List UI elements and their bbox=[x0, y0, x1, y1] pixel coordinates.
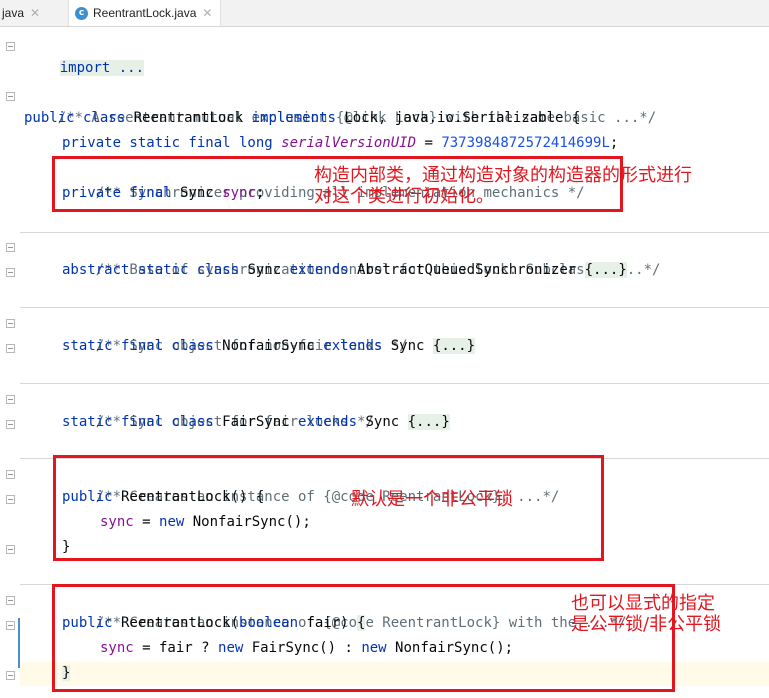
fold-icon[interactable] bbox=[6, 420, 15, 429]
fold-icon[interactable] bbox=[6, 596, 15, 605]
class-icon: c bbox=[75, 6, 88, 20]
annotation-box-default-ctor bbox=[53, 455, 604, 561]
class-name: Sync bbox=[239, 262, 290, 278]
folded-body[interactable]: {...} bbox=[432, 338, 476, 354]
tab-label: java bbox=[2, 6, 25, 20]
fold-icon[interactable] bbox=[6, 395, 15, 404]
keyword: extends bbox=[323, 338, 383, 354]
code-line-import: import ... bbox=[26, 31, 145, 76]
fold-icon[interactable] bbox=[6, 42, 15, 51]
fold-icon[interactable] bbox=[6, 545, 15, 554]
keyword: public class bbox=[24, 110, 126, 126]
code-line-class-doc: /** A reentrant mutual exclusion {@link … bbox=[24, 81, 656, 126]
annotation-text: 对这个类进行初始化。 bbox=[314, 186, 494, 207]
operator: = bbox=[416, 135, 442, 151]
code-line-base-doc: /** Base of synchronization control for … bbox=[62, 233, 661, 278]
superclass-name: Sync bbox=[382, 338, 433, 354]
semicolon: ; bbox=[609, 135, 619, 151]
keyword: extends bbox=[289, 262, 349, 278]
code-line-fair-doc: /** Sync object for fair locks */ bbox=[62, 385, 374, 430]
keyword: static final class bbox=[62, 338, 214, 354]
editor-gutter[interactable] bbox=[0, 27, 20, 698]
superclass-name: Sync bbox=[357, 414, 408, 430]
code-line-abstract-sync: abstract static class Sync extends Abstr… bbox=[62, 258, 627, 283]
fold-icon[interactable] bbox=[6, 92, 15, 101]
annotation-text: 构造内部类，通过构造对象的构造器的形式进行 bbox=[314, 165, 692, 186]
superclass-name: AbstractQueuedSynchronizer bbox=[348, 262, 585, 278]
class-name: FairSync bbox=[213, 414, 299, 430]
keyword: private static final long bbox=[62, 135, 282, 151]
fold-icon[interactable] bbox=[6, 495, 15, 504]
fold-icon[interactable] bbox=[6, 268, 15, 277]
fold-icon[interactable] bbox=[6, 621, 15, 630]
implements-list: Lock, java.io.Serializable { bbox=[335, 110, 581, 126]
code-line-nonfair-class: static final class NonfairSync extends S… bbox=[62, 334, 476, 359]
class-name: ReentrantLock bbox=[125, 110, 252, 126]
code-line-nonfair-doc: /** Sync object for non-fair locks */ bbox=[62, 309, 408, 354]
code-line-class-decl: public class ReentrantLock implements Lo… bbox=[24, 106, 580, 131]
number-literal: 7373984872572414699L bbox=[441, 135, 610, 151]
close-tab-icon[interactable]: ✕ bbox=[202, 6, 212, 20]
class-name: NonfairSync bbox=[213, 338, 324, 354]
keyword: extends bbox=[298, 414, 358, 430]
close-tab-icon[interactable]: ✕ bbox=[30, 6, 40, 20]
import-statement[interactable]: import ... bbox=[59, 60, 145, 76]
code-line-fair-class: static final class FairSync extends Sync… bbox=[62, 410, 450, 435]
folded-body[interactable]: {...} bbox=[407, 414, 450, 430]
field-name: serialVersionUID bbox=[281, 135, 417, 151]
fold-icon[interactable] bbox=[6, 243, 15, 252]
annotation-text: 也可以显式的指定 bbox=[571, 593, 715, 614]
annotation-text: 是公平锁/非公平锁 bbox=[571, 614, 722, 635]
keyword: static final class bbox=[62, 414, 214, 430]
code-line-serial: private static final long serialVersionU… bbox=[62, 131, 618, 156]
tab-reentrantlock[interactable]: c ReentrantLock.java ✕ bbox=[68, 0, 222, 26]
annotation-text: 默认是一个非公平锁 bbox=[351, 489, 513, 510]
tab-label: ReentrantLock.java bbox=[93, 6, 197, 20]
editor-tab-bar: java ✕ c ReentrantLock.java ✕ bbox=[0, 0, 769, 27]
keyword: implements bbox=[251, 110, 336, 126]
fold-icon[interactable] bbox=[6, 470, 15, 479]
folded-body[interactable]: {...} bbox=[584, 262, 627, 278]
fold-icon[interactable] bbox=[6, 319, 15, 328]
fold-icon[interactable] bbox=[6, 671, 15, 680]
tab-java[interactable]: java ✕ bbox=[0, 0, 40, 26]
fold-icon[interactable] bbox=[6, 344, 15, 353]
keyword: abstract static class bbox=[62, 262, 240, 278]
